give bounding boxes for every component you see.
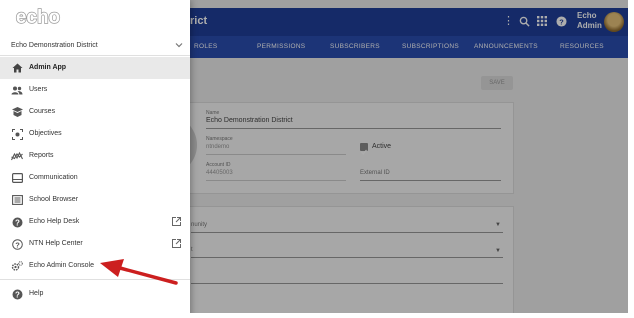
- menu-item-echo-help-desk[interactable]: ? Echo Help Desk: [0, 211, 190, 233]
- help-icon: ?: [10, 287, 24, 301]
- courses-icon: [10, 105, 24, 119]
- open-in-new-icon: [172, 217, 181, 226]
- menu-item-communication[interactable]: Communication: [0, 167, 190, 189]
- menu-item-label: Echo Help Desk: [29, 218, 80, 225]
- menu-item-label: Help: [29, 290, 44, 297]
- frame-edge: [628, 0, 634, 318]
- chevron-down-icon: [175, 41, 183, 51]
- drawer-divider: [0, 279, 190, 280]
- admin-console-icon: [10, 259, 24, 273]
- menu-item-label: Admin App: [29, 64, 67, 71]
- school-browser-icon: [10, 193, 24, 207]
- reports-icon: [10, 149, 24, 163]
- help-desk-icon: ?: [10, 215, 24, 229]
- menu-item-label: Objectives: [29, 130, 62, 137]
- menu-item-courses[interactable]: Courses: [0, 101, 190, 123]
- frame-edge: [0, 313, 634, 318]
- district-selector-label: Echo Demonstration District: [11, 42, 98, 49]
- objectives-icon: [10, 127, 24, 141]
- menu-item-echo-admin-console[interactable]: Echo Admin Console: [0, 255, 190, 277]
- menu-item-label: School Browser: [29, 196, 79, 203]
- svg-text:?: ?: [15, 218, 20, 227]
- home-icon: [10, 61, 24, 75]
- menu-item-label: Echo Admin Console: [29, 262, 94, 269]
- menu-item-school-browser[interactable]: School Browser: [0, 189, 190, 211]
- menu-item-help[interactable]: ? Help: [0, 283, 190, 305]
- svg-text:?: ?: [15, 240, 20, 249]
- menu-item-label: Reports: [29, 152, 54, 159]
- menu-item-ntn-help-center[interactable]: ? NTN Help Center: [0, 233, 190, 255]
- menu-item-objectives[interactable]: Objectives: [0, 123, 190, 145]
- menu-item-users[interactable]: Users: [0, 79, 190, 101]
- menu-item-label: NTN Help Center: [29, 240, 83, 247]
- svg-text:?: ?: [15, 290, 20, 299]
- users-icon: [10, 83, 24, 97]
- help-center-icon: ?: [10, 237, 24, 251]
- communication-icon: [10, 171, 24, 185]
- menu-item-admin-app[interactable]: Admin App: [0, 57, 190, 79]
- open-in-new-icon: [172, 239, 181, 248]
- menu-item-label: Communication: [29, 174, 78, 181]
- district-selector[interactable]: Echo Demonstration District: [0, 36, 190, 56]
- svg-text:echo: echo: [16, 7, 60, 28]
- menu-item-label: Courses: [29, 108, 56, 115]
- menu-item-label: Users: [29, 86, 48, 93]
- navigation-drawer: echo Echo Demonstration District Admin A…: [0, 0, 190, 318]
- menu-item-reports[interactable]: Reports: [0, 145, 190, 167]
- echo-logo: echo: [15, 6, 61, 28]
